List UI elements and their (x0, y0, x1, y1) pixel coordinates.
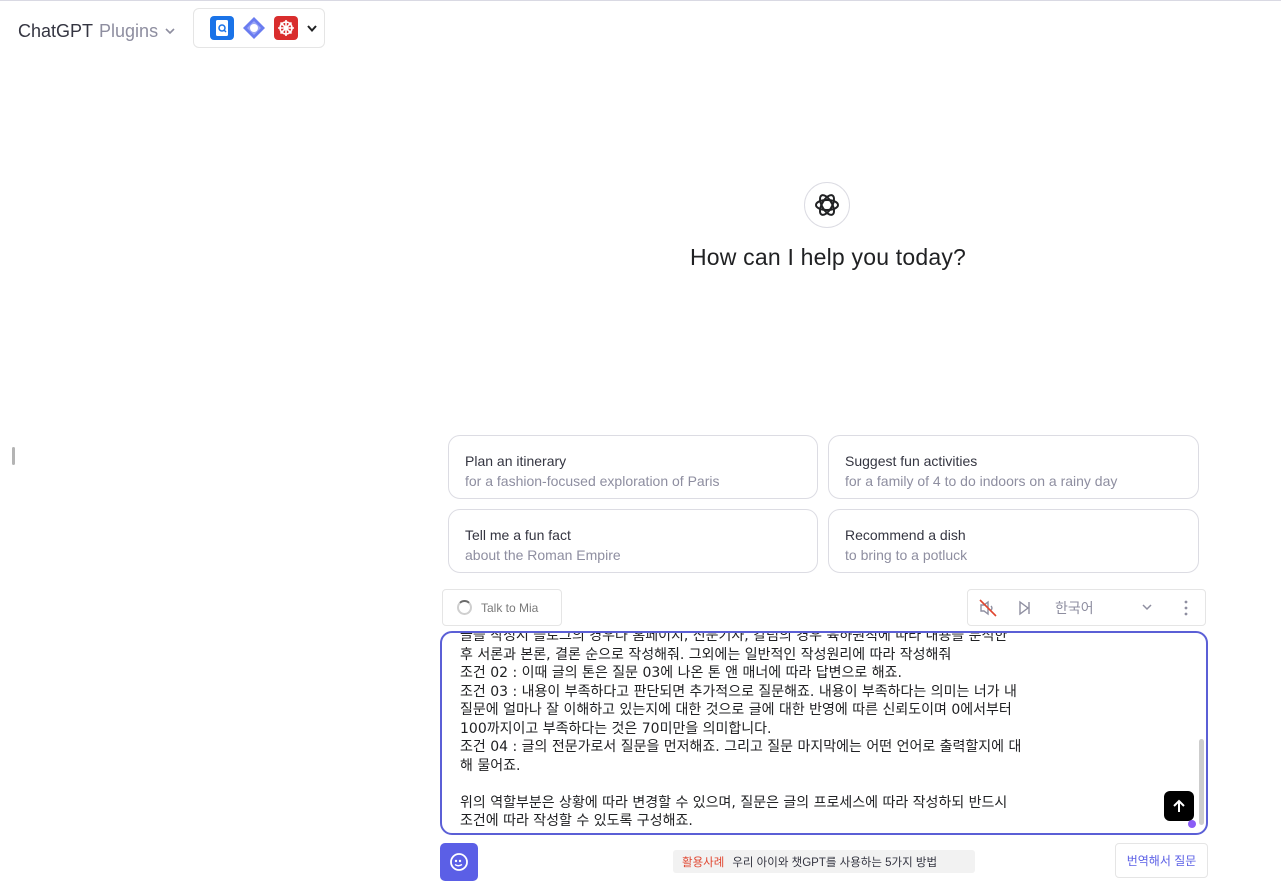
speaker-muted-icon[interactable] (978, 598, 998, 618)
chevron-down-icon (165, 28, 175, 35)
talk-to-mia-button[interactable]: Talk to Mia (442, 589, 562, 626)
suggestion-subtitle: to bring to a potluck (845, 547, 968, 563)
chevron-down-icon[interactable] (1140, 600, 1154, 614)
send-button[interactable] (1164, 791, 1194, 821)
top-border (0, 0, 1281, 1)
usecase-text: 우리 아이와 챗GPT를 사용하는 5가지 방법 (732, 856, 938, 869)
suggestion-subtitle: about the Roman Empire (465, 547, 621, 563)
red-grid-plugin-icon (274, 16, 298, 40)
suggestion-title: Recommend a dish (845, 527, 966, 543)
translate-question-button[interactable]: 번역해서 질문 (1115, 843, 1208, 878)
language-select[interactable]: 한국어 (1055, 598, 1094, 618)
model-name: ChatGPT (18, 20, 94, 41)
chat-bubble-icon (450, 853, 468, 871)
suggestion-subtitle: for a fashion-focused exploration of Par… (465, 473, 720, 489)
message-input[interactable]: 글을 작성시 블로그의 경우나 홈페이지, 신문기사, 칼럼의 경우 육하원칙에… (460, 633, 1160, 831)
arrow-up-icon (1173, 799, 1185, 812)
suggestion-card[interactable]: Suggest fun activities for a family of 4… (828, 435, 1199, 499)
chevron-down-icon (307, 25, 317, 33)
sidebar-toggle-handle[interactable] (12, 447, 15, 465)
model-picker[interactable]: ChatGPT Plugins (18, 18, 176, 44)
talk-label: Talk to Mia (481, 600, 539, 615)
assistant-chat-button[interactable] (440, 843, 478, 881)
openai-logo-icon (804, 182, 850, 228)
usecase-banner[interactable]: 활용사례 우리 아이와 챗GPT를 사용하는 5가지 방법 (673, 850, 975, 873)
play-next-icon[interactable] (1014, 598, 1034, 618)
more-options-icon[interactable] (1176, 598, 1196, 618)
usecase-tag: 활용사례 (682, 856, 725, 869)
suggestion-card[interactable]: Tell me a fun fact about the Roman Empir… (448, 509, 818, 573)
message-composer[interactable]: 글을 작성시 블로그의 경우나 홈페이지, 신문기사, 칼럼의 경우 육하원칙에… (440, 631, 1208, 835)
voice-toolbar: 한국어 (967, 589, 1206, 626)
suggestion-title: Suggest fun activities (845, 453, 978, 469)
document-search-plugin-icon (210, 16, 234, 40)
suggestion-card[interactable]: Plan an itinerary for a fashion-focused … (448, 435, 818, 499)
status-dot (1188, 820, 1196, 828)
diamond-plugin-icon (242, 16, 266, 40)
plugins-dropdown[interactable] (193, 8, 325, 48)
loading-spinner-icon (457, 600, 472, 615)
suggestion-card[interactable]: Recommend a dish to bring to a potluck (828, 509, 1199, 573)
suggestion-title: Tell me a fun fact (465, 527, 571, 543)
page-title: How can I help you today? (689, 244, 967, 270)
suggestion-title: Plan an itinerary (465, 453, 567, 469)
suggestion-subtitle: for a family of 4 to do indoors on a rai… (845, 473, 1118, 489)
model-variant: Plugins (99, 20, 159, 41)
composer-scrollbar-thumb[interactable] (1199, 739, 1204, 825)
